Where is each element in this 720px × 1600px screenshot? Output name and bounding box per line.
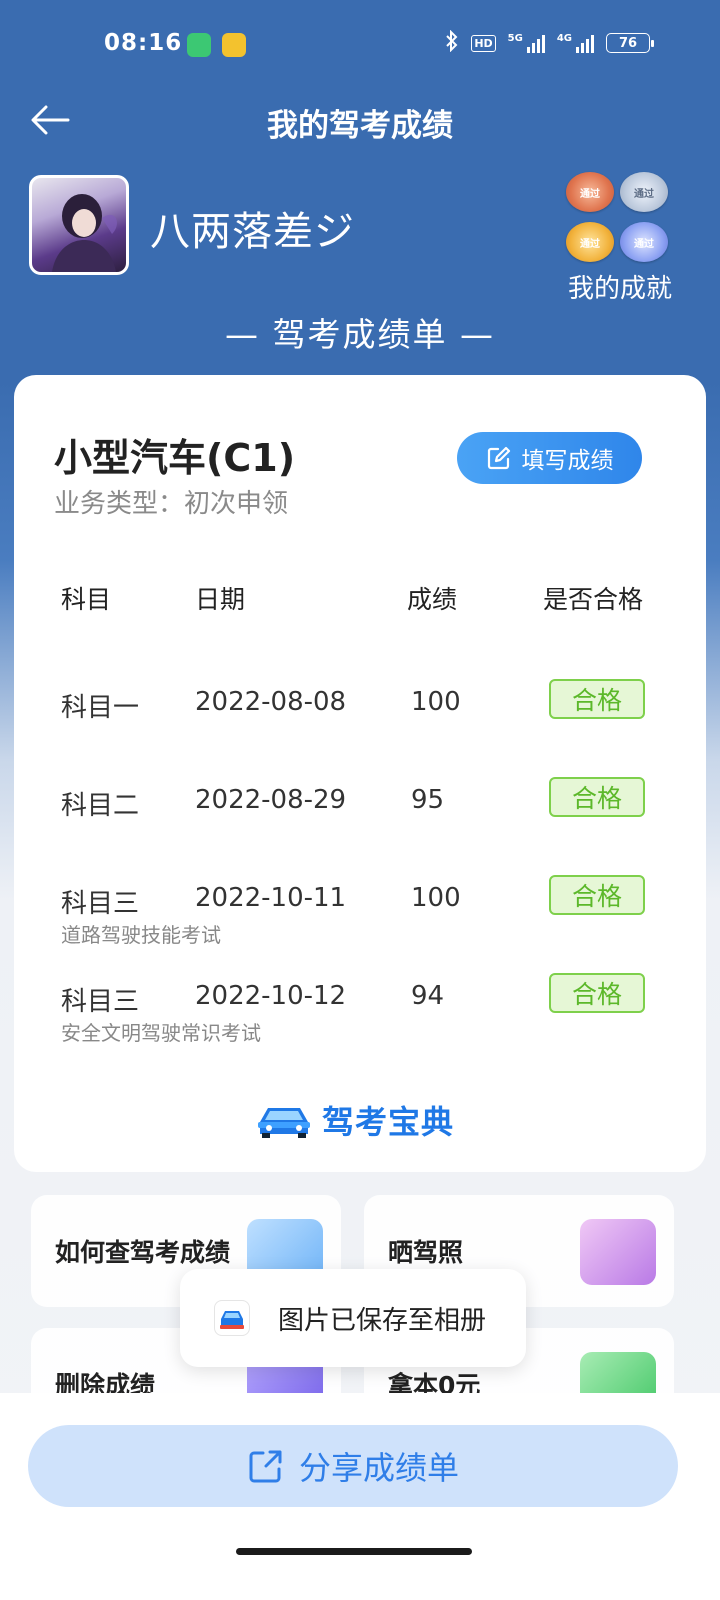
profile-section: 八两落差ジ 通过 通过 通过 通过 我的成就 [0, 172, 720, 315]
column-header-date: 日期 [195, 585, 246, 614]
signal-5g-icon: 5G [508, 33, 545, 53]
row-date: 2022-08-29 [195, 785, 347, 815]
username: 八两落差ジ [150, 209, 355, 255]
status-time: 08:16 [104, 30, 183, 56]
blue-medal-icon: 通过 [620, 222, 668, 262]
photo-icon [580, 1219, 656, 1285]
battery-icon: 76 [606, 33, 654, 53]
avatar[interactable] [29, 175, 129, 275]
row-score: 100 [411, 687, 461, 717]
pass-badge: 合格 [549, 679, 645, 719]
car-logo-icon [258, 1108, 310, 1138]
pass-badge: 合格 [549, 973, 645, 1013]
pass-badge: 合格 [549, 875, 645, 915]
score-card: 小型汽车(C1) 业务类型：初次申领 填写成绩 科目 日期 成绩 是否合格 科目… [14, 375, 706, 1172]
row-score: 95 [411, 785, 445, 815]
report-title: — 驾考成绩单 — [225, 315, 495, 354]
bluetooth-icon [445, 29, 459, 56]
column-header-subject: 科目 [61, 585, 112, 614]
app-logo-icon [214, 1300, 250, 1336]
share-report-label: 分享成绩单 [298, 1449, 459, 1487]
row-subject: 科目一 [61, 693, 140, 723]
column-header-pass: 是否合格 [543, 585, 644, 614]
achievements-button[interactable]: 通过 通过 通过 通过 我的成就 [562, 172, 672, 304]
car-app-icon [222, 33, 246, 57]
row-date: 2022-10-11 [195, 883, 347, 913]
score-row: 科目三 2022-10-12 94 合格 安全文明驾驶常识考试 [14, 973, 706, 1079]
page-title: 我的驾考成绩 [267, 108, 453, 144]
medal-grid: 通过 通过 通过 通过 [562, 172, 672, 262]
pass-badge: 合格 [549, 777, 645, 817]
brand-logo: 驾考宝典 [254, 1097, 454, 1143]
toast: 图片已保存至相册 [180, 1269, 526, 1367]
row-subtitle: 安全文明驾驶常识考试 [61, 1021, 261, 1045]
row-date: 2022-10-12 [195, 981, 347, 1011]
business-type: 业务类型：初次申领 [54, 489, 289, 519]
row-date: 2022-08-08 [195, 687, 347, 717]
nav-bar: 我的驾考成绩 [0, 90, 720, 146]
row-subject: 科目三 [61, 889, 140, 919]
column-header-score: 成绩 [407, 585, 458, 614]
row-score: 100 [411, 883, 461, 913]
achievements-label: 我的成就 [567, 274, 672, 304]
share-icon [249, 1450, 282, 1483]
fill-score-button[interactable]: 填写成绩 [457, 432, 642, 484]
status-indicators: HD 5G 4G 76 [445, 29, 654, 56]
row-score: 94 [411, 981, 445, 1011]
message-app-icon [187, 33, 211, 57]
home-indicator[interactable] [236, 1548, 472, 1555]
hd-voice-icon: HD [471, 34, 496, 52]
score-row: 科目三 2022-10-11 100 合格 道路驾驶技能考试 [14, 875, 706, 981]
status-bar: 08:16 HD 5G 4G 76 [0, 0, 720, 90]
tile-label: 晒驾照 [388, 1238, 464, 1267]
brand-name: 驾考宝典 [322, 1103, 455, 1141]
signal-4g-icon: 4G [557, 33, 594, 53]
fill-score-label: 填写成绩 [521, 448, 614, 474]
edit-icon [487, 446, 510, 470]
bronze-medal-icon: 通过 [566, 172, 614, 212]
score-row: 科目一 2022-08-08 100 合格 [14, 679, 706, 785]
score-row: 科目二 2022-08-29 95 合格 [14, 777, 706, 883]
gold-medal-icon: 通过 [566, 222, 614, 262]
row-subject: 科目二 [61, 791, 140, 821]
silver-medal-icon: 通过 [620, 172, 668, 212]
tile-label: 如何查驾考成绩 [55, 1238, 231, 1267]
toast-text: 图片已保存至相册 [278, 1305, 487, 1336]
avatar-image [52, 194, 117, 272]
bottom-bar: 分享成绩单 [0, 1393, 720, 1600]
row-subtitle: 道路驾驶技能考试 [61, 923, 221, 947]
row-subject: 科目三 [61, 987, 140, 1017]
vehicle-type: 小型汽车(C1) [54, 436, 296, 480]
share-report-button[interactable]: 分享成绩单 [28, 1425, 678, 1507]
